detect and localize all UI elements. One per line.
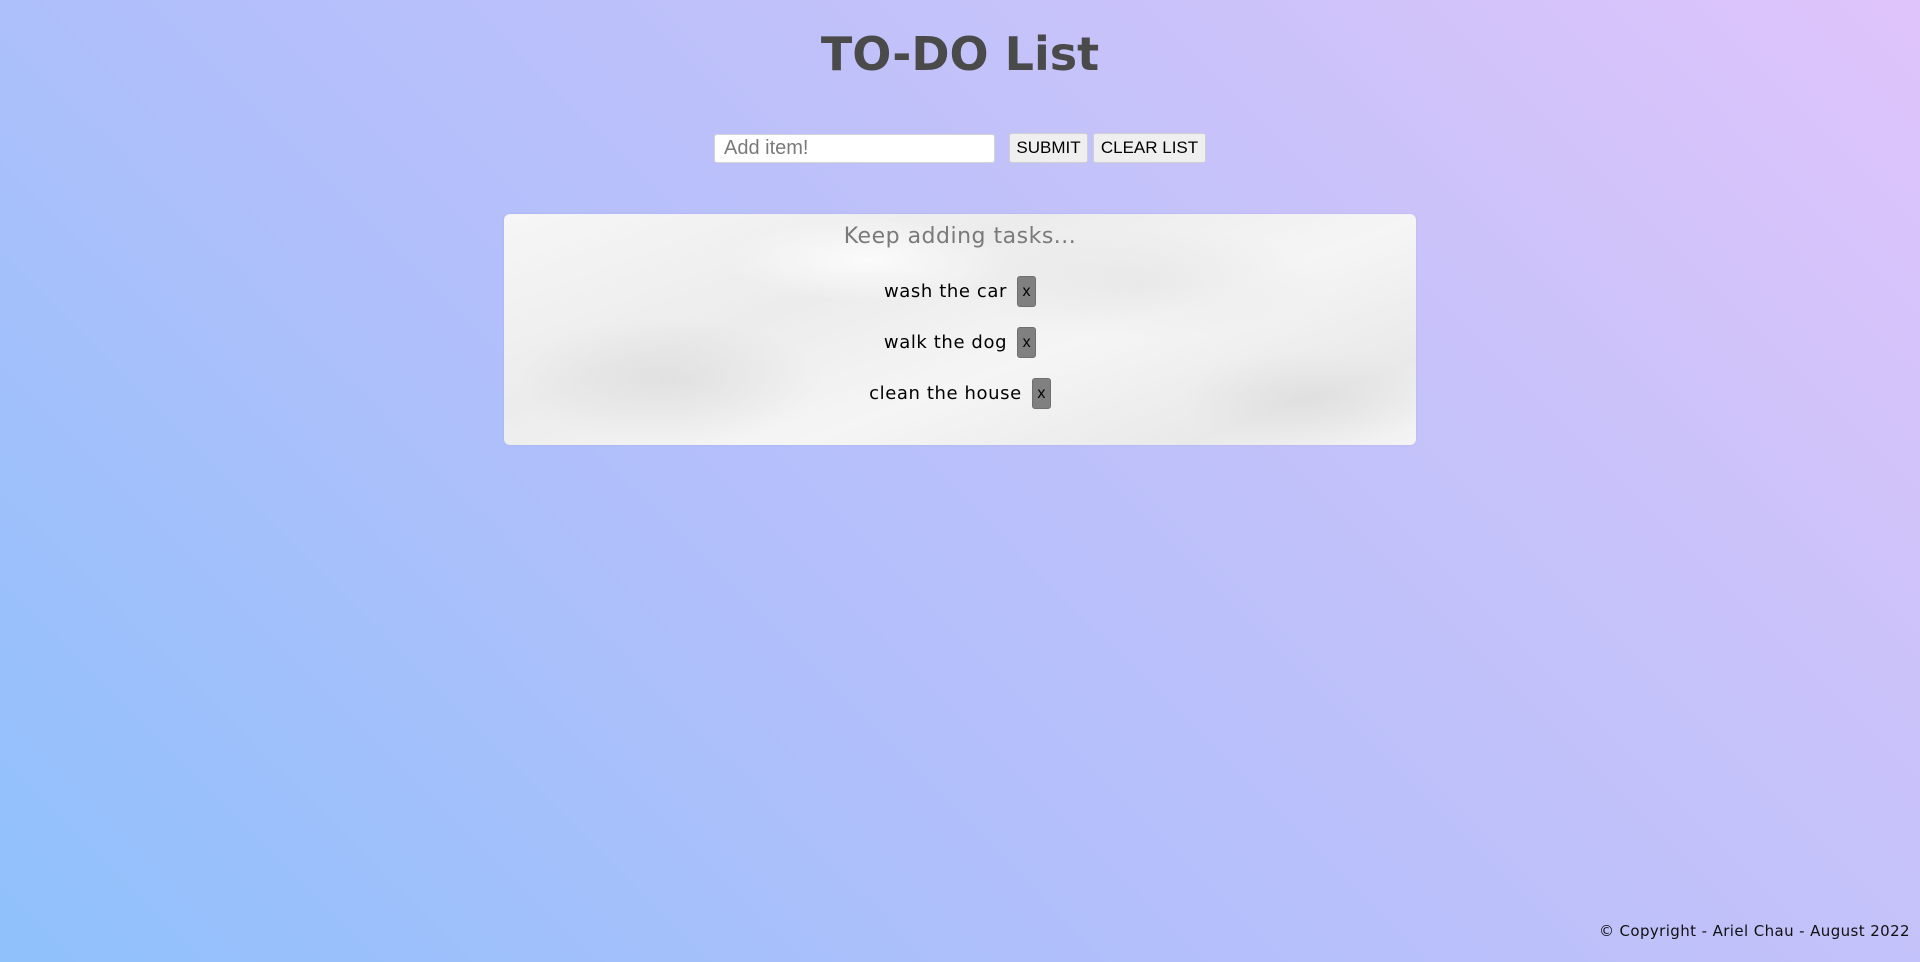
submit-button[interactable]: SUBMIT bbox=[1009, 133, 1088, 163]
list-item: walk the dog x bbox=[504, 326, 1416, 358]
task-label: clean the house bbox=[869, 382, 1022, 404]
task-list-panel: Keep adding tasks... wash the car x walk… bbox=[504, 214, 1416, 445]
task-label: walk the dog bbox=[883, 331, 1008, 353]
task-list-heading: Keep adding tasks... bbox=[843, 224, 1077, 249]
clear-list-button[interactable]: CLEAR LIST bbox=[1093, 133, 1206, 163]
delete-task-button[interactable]: x bbox=[1017, 275, 1037, 307]
copyright-footer: © Copyright - Ariel Chau - August 2022 bbox=[1598, 922, 1910, 940]
page-title: TO-DO List bbox=[820, 27, 1100, 81]
list-item: wash the car x bbox=[504, 275, 1416, 307]
list-item: clean the house x bbox=[504, 377, 1416, 409]
delete-task-button[interactable]: x bbox=[1017, 326, 1037, 358]
add-item-input[interactable] bbox=[714, 133, 995, 163]
delete-task-button[interactable]: x bbox=[1031, 377, 1051, 409]
add-item-form: SUBMIT CLEAR LIST bbox=[714, 132, 1206, 164]
task-label: wash the car bbox=[883, 280, 1008, 302]
